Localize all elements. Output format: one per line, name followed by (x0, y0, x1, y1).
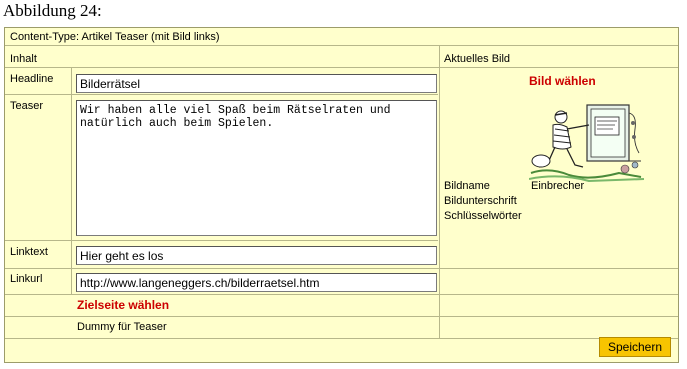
linkurl-label: Linkurl (10, 273, 43, 285)
row-divider (5, 94, 438, 95)
row-divider (5, 338, 678, 339)
row-divider (5, 67, 678, 68)
bildname-label: Bildname (444, 180, 490, 192)
dummy-teaser-text: Dummy für Teaser (77, 321, 167, 333)
column-divider (439, 45, 440, 338)
linkurl-input[interactable]: http://www.langeneggers.ch/bilderraetsel… (76, 273, 437, 292)
row-divider (5, 294, 678, 295)
bildname-value: Einbrecher (531, 180, 585, 192)
headline-input[interactable]: Bilderrätsel (76, 74, 437, 93)
teaser-label: Teaser (10, 100, 44, 112)
row-divider (5, 45, 678, 46)
bildunterschrift-label: Bildunterschrift (444, 195, 517, 207)
choose-image-link[interactable]: Bild wählen (529, 74, 596, 88)
row-divider (5, 316, 678, 317)
content-type-title: Content-Type: Artikel Teaser (mit Bild l… (10, 31, 220, 43)
linktext-input[interactable]: Hier geht es los (76, 246, 437, 265)
figure-caption: Abbildung 24: (3, 1, 102, 20)
teaser-editor-panel: Content-Type: Artikel Teaser (mit Bild l… (4, 27, 679, 363)
row-divider (5, 268, 678, 269)
keywords-label: Schlüsselwörter (444, 210, 522, 222)
save-button[interactable]: Speichern (599, 337, 671, 357)
choose-target-link[interactable]: Zielseite wählen (77, 298, 169, 312)
column-header-aktuelles-bild: Aktuelles Bild (444, 53, 511, 65)
linktext-label: Linktext (10, 246, 48, 258)
teaser-textarea[interactable]: Wir haben alle viel Spaß beim Rätselrate… (76, 100, 437, 236)
row-divider (5, 240, 438, 241)
column-divider (71, 67, 72, 294)
burglar-cartoon-image (528, 104, 645, 183)
column-header-inhalt: Inhalt (10, 53, 37, 65)
image-preview (528, 103, 645, 183)
headline-label: Headline (10, 73, 54, 85)
